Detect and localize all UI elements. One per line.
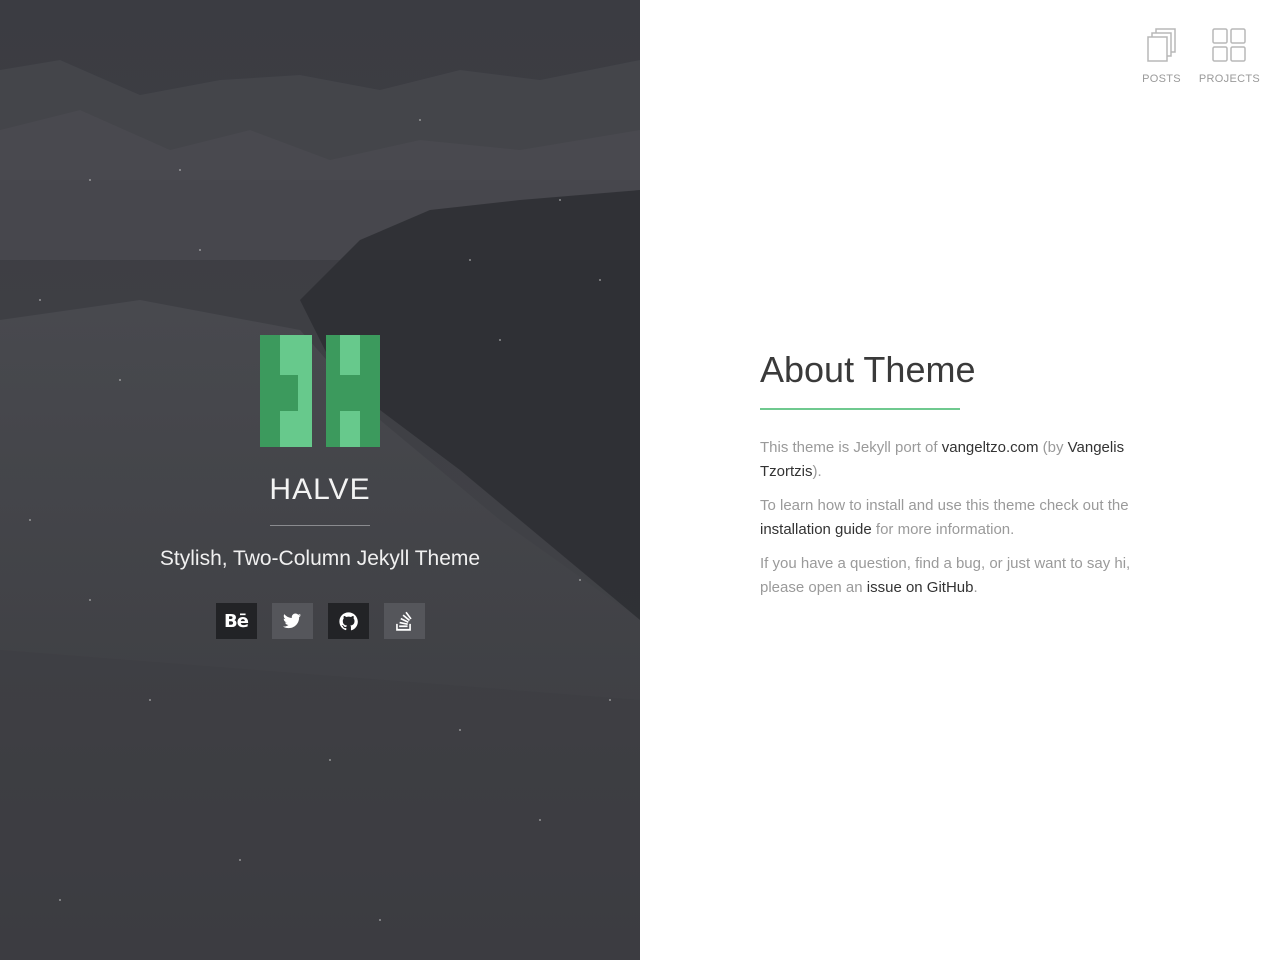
vangeltzo-link[interactable]: vangeltzo.com bbox=[942, 439, 1039, 456]
nav-projects[interactable]: PROJECTS bbox=[1199, 28, 1260, 85]
stackoverflow-icon bbox=[396, 611, 412, 631]
about-paragraph-2: To learn how to install and use this the… bbox=[760, 494, 1150, 542]
text: To learn how to install and use this the… bbox=[760, 496, 1129, 514]
title-divider bbox=[270, 525, 370, 526]
halve-logo-icon[interactable] bbox=[260, 335, 380, 447]
text: for more information. bbox=[871, 520, 1015, 538]
behance-link[interactable]: Bē bbox=[215, 603, 257, 639]
site-tagline: Stylish, Two-Column Jekyll Theme bbox=[159, 547, 481, 570]
stackoverflow-link[interactable] bbox=[383, 603, 425, 639]
text: . bbox=[973, 578, 978, 596]
nav-posts-label: POSTS bbox=[1142, 73, 1181, 85]
content-panel: POSTS PROJECTS About Theme This theme is… bbox=[640, 0, 1280, 960]
installation-guide-link[interactable]: installation guide bbox=[760, 521, 872, 538]
about-section: About Theme This theme is Jekyll port of… bbox=[760, 350, 1150, 600]
about-paragraph-1: This theme is Jekyll port of vangeltzo.c… bbox=[760, 436, 1150, 484]
social-links: Bē bbox=[0, 603, 640, 639]
heading-underline bbox=[760, 407, 960, 410]
behance-icon: Bē bbox=[224, 610, 249, 632]
github-link[interactable] bbox=[327, 603, 369, 639]
github-icon bbox=[338, 611, 358, 630]
page: HALVE Stylish, Two-Column Jekyll Theme B… bbox=[0, 0, 1280, 960]
text: This theme is Jekyll port of bbox=[760, 438, 942, 456]
github-issue-link[interactable]: issue on GitHub bbox=[867, 579, 974, 596]
top-nav: POSTS PROJECTS bbox=[1142, 28, 1260, 85]
text: ). bbox=[812, 462, 822, 480]
nav-posts[interactable]: POSTS bbox=[1142, 28, 1181, 85]
posts-icon bbox=[1146, 28, 1176, 62]
twitter-icon bbox=[283, 613, 301, 629]
twitter-link[interactable] bbox=[271, 603, 313, 639]
about-heading: About Theme bbox=[760, 349, 976, 390]
projects-icon bbox=[1212, 28, 1247, 62]
text: (by bbox=[1038, 438, 1068, 456]
nav-projects-label: PROJECTS bbox=[1198, 73, 1260, 85]
hero-panel: HALVE Stylish, Two-Column Jekyll Theme B… bbox=[0, 0, 640, 960]
about-paragraph-3: If you have a question, find a bug, or j… bbox=[760, 552, 1150, 600]
site-title: HALVE bbox=[269, 473, 371, 506]
hero-content: HALVE Stylish, Two-Column Jekyll Theme B… bbox=[0, 335, 640, 639]
